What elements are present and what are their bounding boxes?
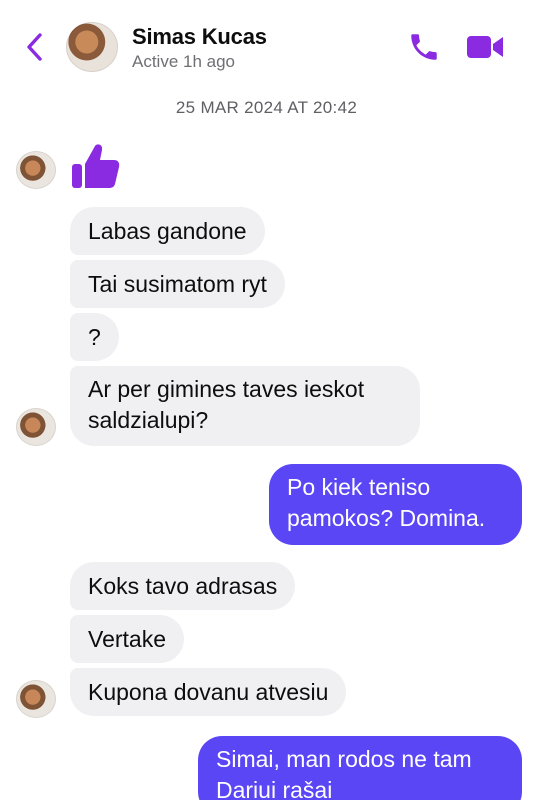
message-text: Tai susimatom ryt xyxy=(88,270,267,297)
video-camera-icon[interactable] xyxy=(465,32,505,62)
message-text-line: pamokos? Domina. xyxy=(287,505,486,531)
outgoing-message[interactable]: Po kiek teniso pamokos? Domina. xyxy=(269,464,522,545)
incoming-message[interactable]: Kupona dovanu atvesiu xyxy=(70,668,347,716)
contact-status: Active 1h ago xyxy=(132,52,236,71)
incoming-message[interactable]: Koks tavo adrasas xyxy=(70,562,296,610)
message-text-line: Ar per gimines taves ieskot xyxy=(88,376,365,402)
incoming-message[interactable]: Vertake xyxy=(70,615,184,663)
chat-header: Simas Kucas Active 1h ago xyxy=(0,0,533,80)
chat-screen: Simas Kucas Active 1h ago 25 MAR 2024 AT… xyxy=(0,0,533,800)
message-text-line: saldzialupi? xyxy=(88,407,209,433)
phone-icon[interactable] xyxy=(406,30,442,64)
thumbs-up-icon[interactable] xyxy=(70,140,122,192)
contact-avatar[interactable] xyxy=(66,22,118,72)
contact-name[interactable]: Simas Kucas xyxy=(132,24,267,50)
message-text: Labas gandone xyxy=(88,217,247,244)
incoming-message[interactable]: Tai susimatom ryt xyxy=(70,260,285,308)
sender-avatar[interactable] xyxy=(16,151,56,189)
message-text-line: Po kiek teniso xyxy=(287,474,431,500)
sender-avatar[interactable] xyxy=(16,408,56,446)
outgoing-message[interactable]: Simai, man rodos ne tam Dariui rašai xyxy=(198,736,522,800)
incoming-message[interactable]: Labas gandone xyxy=(70,207,265,255)
incoming-message[interactable]: Ar per gimines taves ieskot saldzialupi? xyxy=(70,366,420,446)
message-text: ? xyxy=(88,323,101,350)
sender-avatar[interactable] xyxy=(16,680,56,718)
incoming-message[interactable]: ? xyxy=(70,313,119,361)
chevron-left-icon[interactable] xyxy=(20,30,50,64)
message-timestamp: 25 MAR 2024 AT 20:42 xyxy=(175,98,358,117)
message-text: Kupona dovanu atvesiu xyxy=(88,678,329,705)
message-text-line: Simai, man rodos ne tam xyxy=(216,746,472,772)
message-text-line: Dariui rašai xyxy=(216,777,333,800)
message-text: Vertake xyxy=(88,625,166,652)
message-text: Koks tavo adrasas xyxy=(88,572,278,599)
